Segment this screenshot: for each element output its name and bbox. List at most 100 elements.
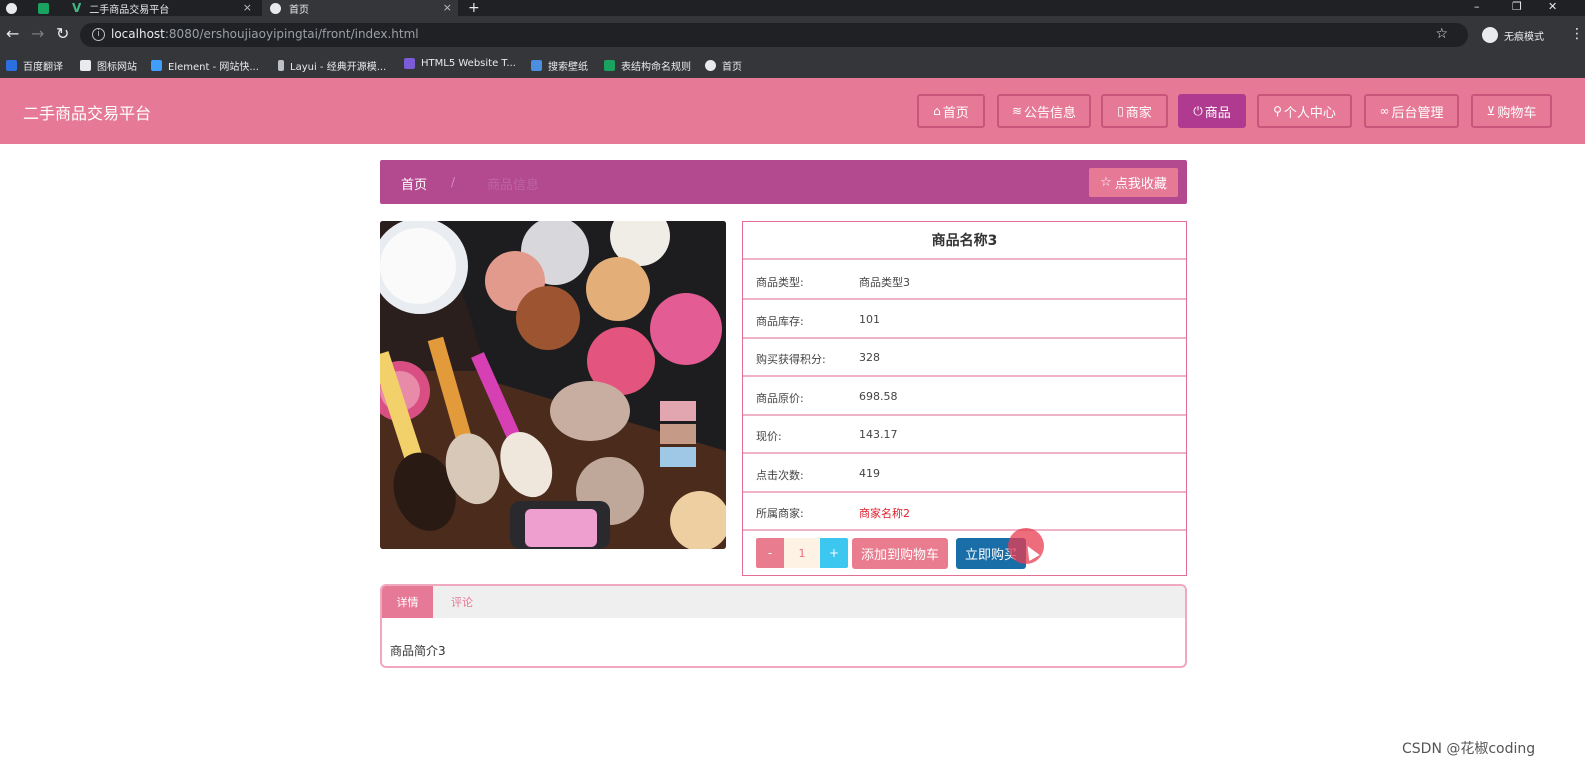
close-window-icon[interactable]: ✕: [1548, 0, 1557, 13]
layers-icon: ≋: [1011, 104, 1023, 118]
product-image: [380, 221, 726, 549]
forward-icon[interactable]: →: [31, 24, 44, 43]
detail-row-original-price: 商品原价: 698.58: [743, 378, 1186, 416]
product-name: 商品名称3: [743, 222, 1186, 260]
element-icon: [151, 60, 162, 71]
url-text: localhost:8080/ershoujiaoyipingtai/front…: [111, 27, 419, 41]
row-label: 点击次数:: [756, 469, 804, 482]
browser-tab-title: 首页: [289, 4, 309, 16]
power-icon: ⏻: [1193, 103, 1203, 118]
vue-icon: V: [72, 1, 82, 15]
browser-tab[interactable]: [6, 0, 28, 16]
breadcrumb: 首页 / 商品信息 ☆ 点我收藏: [380, 160, 1187, 204]
incognito-icon: [1482, 27, 1498, 43]
star-icon: ☆: [1100, 175, 1112, 190]
detail-row-stock: 商品库存: 101: [743, 301, 1186, 339]
flag-icon: [80, 60, 91, 71]
minimize-icon[interactable]: –: [1474, 0, 1480, 13]
browser-tab[interactable]: [38, 0, 62, 16]
watermark: CSDN @花椒coding: [1402, 741, 1536, 757]
browser-tab-title: 二手商品交易平台: [89, 4, 170, 16]
bookmarks-bar: 百度翻译 图标网站 Element - 网站快... Layui - 经典开源模…: [0, 54, 1585, 78]
quantity-decrease-button[interactable]: -: [756, 538, 784, 568]
user-icon: ⚲: [1273, 104, 1282, 118]
row-label: 购买获得积分:: [756, 353, 826, 366]
bookmark-item[interactable]: 图标网站: [80, 58, 137, 73]
home-icon: ⌂: [933, 104, 941, 118]
row-value: 419: [859, 467, 880, 480]
site-header: 二手商品交易平台 ⌂ 首页 ≋ 公告信息 ▯ 商家 ⏻ 商品 ⚲ 个人中心 ∞ 后台管理 ⊻…: [0, 78, 1585, 144]
detail-row-points: 购买获得积分: 328: [743, 339, 1186, 377]
bookmark-item[interactable]: Layui - 经典开源模...: [278, 58, 386, 73]
product-tabs-panel: 详情 评论 商品简介3: [380, 584, 1187, 668]
row-label: 商品库存:: [756, 315, 804, 328]
back-icon[interactable]: ←: [6, 24, 19, 43]
bookmark-item[interactable]: Element - 网站快...: [151, 58, 259, 73]
address-bar[interactable]: i localhost:8080/ershoujiaoyipingtai/fro…: [80, 23, 1468, 47]
merchant-link[interactable]: 商家名称2: [859, 505, 910, 521]
nav-merchants[interactable]: ▯ 商家: [1101, 94, 1168, 128]
new-tab-button[interactable]: +: [468, 0, 484, 16]
sheet-icon: [38, 2, 49, 14]
bookmark-item[interactable]: 首页: [705, 58, 742, 73]
breadcrumb-separator: /: [451, 175, 456, 189]
html5-icon: [404, 58, 415, 69]
detail-row-type: 商品类型: 商品类型3: [743, 262, 1186, 300]
nav-cart[interactable]: ⊻ 购物车: [1471, 94, 1552, 128]
link-icon: ∞: [1379, 104, 1390, 118]
row-value: 143.17: [859, 428, 898, 441]
tab-content: 商品简介3: [390, 644, 446, 658]
tab-details[interactable]: 详情: [382, 586, 433, 618]
nav-admin[interactable]: ∞ 后台管理: [1364, 94, 1459, 128]
quantity-input[interactable]: 1: [784, 538, 820, 568]
reload-icon[interactable]: ↻: [56, 24, 69, 43]
close-icon[interactable]: ×: [443, 1, 452, 14]
row-label: 商品原价:: [756, 392, 804, 405]
menu-icon[interactable]: ⋮: [1570, 26, 1584, 42]
bookmark-item[interactable]: 表结构命名规则: [604, 58, 691, 73]
detail-row-current-price: 现价: 143.17: [743, 416, 1186, 454]
bookmark-item[interactable]: 搜索壁纸: [531, 58, 588, 73]
quantity-increase-button[interactable]: +: [820, 538, 848, 568]
breadcrumb-current: 商品信息: [487, 178, 540, 193]
nav-products[interactable]: ⏻ 商品: [1178, 94, 1246, 128]
store-icon: ▯: [1117, 104, 1124, 118]
browser-toolbar: ← → ↻ i localhost:8080/ershoujiaoyipingt…: [0, 16, 1585, 54]
globe-icon: [6, 2, 17, 14]
nav-personal-center[interactable]: ⚲ 个人中心: [1257, 94, 1352, 128]
row-label: 现价:: [756, 430, 782, 443]
product-detail-table: 商品名称3 商品类型: 商品类型3 商品库存: 101 购买获得积分: 328 商品原…: [742, 221, 1187, 576]
browser-tabstrip: V 二手商品交易平台 × 首页 × + – ❐ ✕: [0, 0, 1585, 16]
cart-icon: ⊻: [1486, 104, 1496, 118]
tab-comments[interactable]: 评论: [433, 586, 491, 618]
favorite-button[interactable]: ☆ 点我收藏: [1089, 168, 1178, 197]
breadcrumb-home[interactable]: 首页: [401, 174, 427, 193]
detail-row-clicks: 点击次数: 419: [743, 455, 1186, 493]
bookmark-star-icon[interactable]: ☆: [1435, 26, 1448, 42]
browser-tab[interactable]: V 二手商品交易平台 ×: [72, 0, 258, 16]
sheet-icon: [604, 60, 615, 71]
purchase-actions: - 1 + 添加到购物车 立即购买: [743, 531, 1186, 575]
nav-notices[interactable]: ≋ 公告信息: [997, 94, 1091, 128]
layui-icon: [278, 60, 284, 71]
browser-tab-active[interactable]: 首页 ×: [262, 0, 458, 16]
add-to-cart-button[interactable]: 添加到购物车: [852, 538, 948, 569]
bookmark-item[interactable]: HTML5 Website T...: [404, 58, 516, 69]
tab-header: 详情 评论: [382, 586, 1185, 618]
info-icon[interactable]: i: [92, 28, 105, 41]
globe-icon: [270, 2, 281, 14]
close-icon[interactable]: ×: [243, 1, 252, 14]
detail-row-merchant: 所属商家: 商家名称2: [743, 493, 1186, 531]
row-label: 商品类型:: [756, 276, 804, 289]
row-value: 698.58: [859, 390, 898, 403]
bookmark-item[interactable]: 百度翻译: [6, 58, 63, 73]
row-value: 101: [859, 313, 880, 326]
wallpaper-icon: [531, 60, 542, 71]
restore-icon[interactable]: ❐: [1512, 0, 1522, 13]
nav-home[interactable]: ⌂ 首页: [917, 94, 985, 128]
site-title: 二手商品交易平台: [23, 104, 152, 123]
row-value: 商品类型3: [859, 276, 910, 289]
incognito-indicator[interactable]: 无痕模式: [1482, 27, 1544, 43]
globe-icon: [705, 60, 716, 71]
translate-icon: [6, 60, 17, 71]
